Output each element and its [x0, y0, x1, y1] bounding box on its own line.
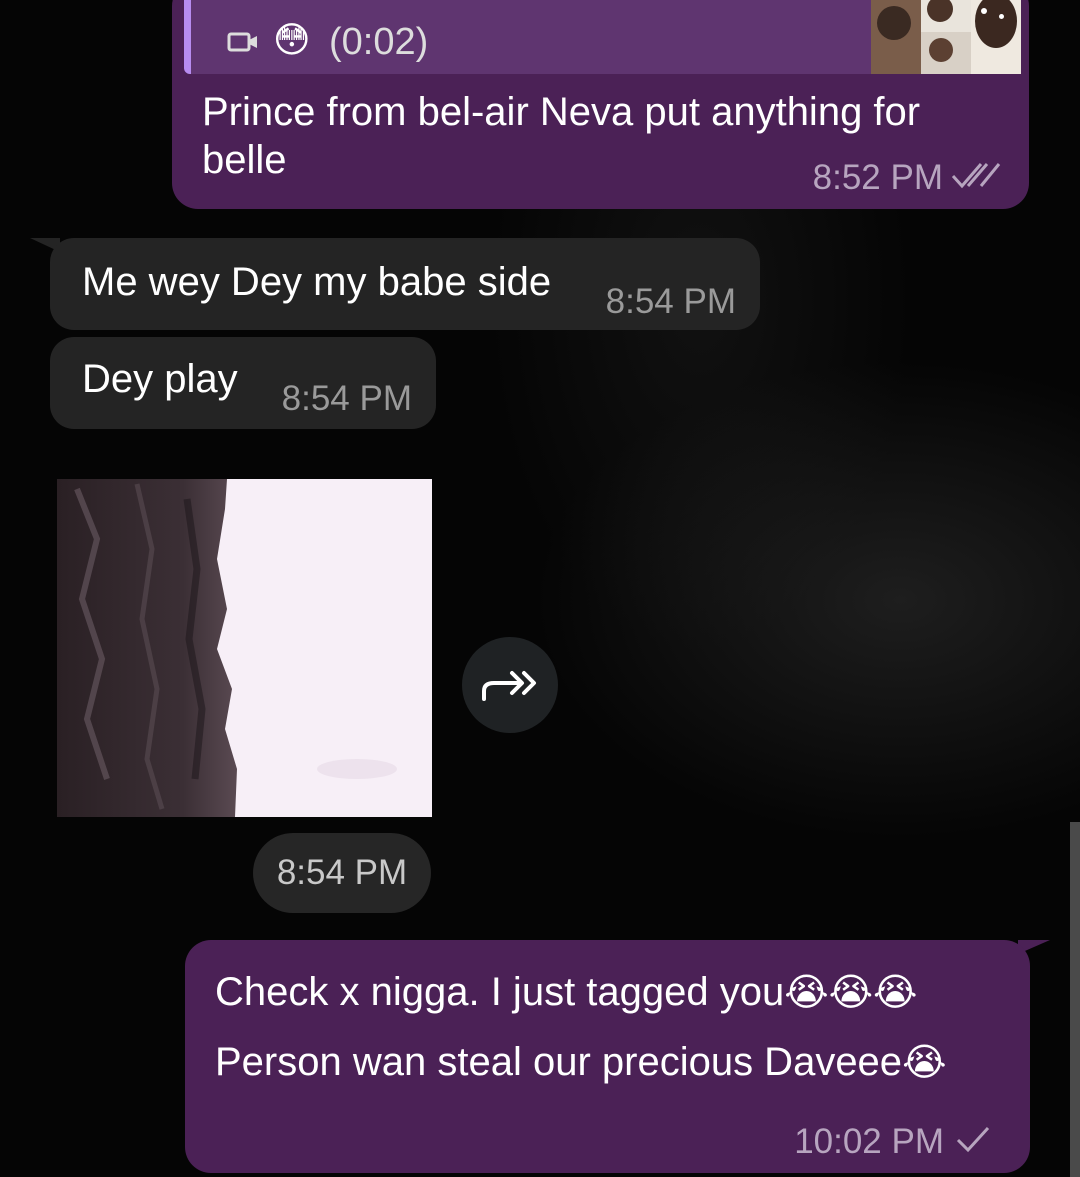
message-time: 8:54 PM	[605, 282, 736, 321]
scrollbar[interactable]	[1070, 822, 1080, 1177]
forward-button[interactable]	[462, 637, 558, 733]
outgoing-message-bubble[interactable]: 😳 (0:02) Prince from bel-air Neva put an…	[172, 0, 1029, 209]
incoming-message-bubble[interactable]: Dey play 8:54 PM	[50, 337, 436, 429]
sticker-artwork	[57, 479, 432, 817]
message-line: Person wan steal our precious Daveee😭	[215, 1038, 946, 1086]
sticker-time: 8:54 PM	[253, 833, 431, 913]
message-time: 8:54 PM	[281, 379, 412, 418]
outgoing-message-bubble[interactable]: Check x nigga. I just tagged you😭😭😭 Pers…	[185, 940, 1030, 1173]
reply-preview[interactable]: 😳 (0:02)	[184, 0, 1021, 74]
message-time: 8:52 PM	[812, 158, 943, 197]
flushed-face-emoji: 😳	[273, 19, 311, 60]
crying-face-emoji: 😭😭😭	[784, 970, 918, 1014]
message-time: 10:02 PM	[794, 1122, 944, 1161]
message-text: Me wey Dey my babe side	[82, 260, 552, 304]
double-check-icon	[951, 163, 1001, 189]
message-line: Check x nigga. I just tagged you😭😭😭	[215, 968, 917, 1016]
forward-arrow-icon	[482, 671, 536, 701]
video-icon	[227, 32, 257, 52]
sticker-image[interactable]	[57, 479, 432, 817]
incoming-message-bubble[interactable]: Me wey Dey my babe side 8:54 PM	[50, 238, 760, 330]
message-text: Person wan steal our precious Daveee	[215, 1040, 903, 1084]
message-text: Dey play	[82, 357, 238, 401]
crying-face-emoji: 😭	[902, 1040, 947, 1084]
single-check-icon	[956, 1126, 990, 1153]
reply-video-thumbnail	[871, 0, 1021, 74]
message-text: Check x nigga. I just tagged you	[215, 970, 785, 1014]
reply-duration: (0:02)	[329, 21, 429, 63]
